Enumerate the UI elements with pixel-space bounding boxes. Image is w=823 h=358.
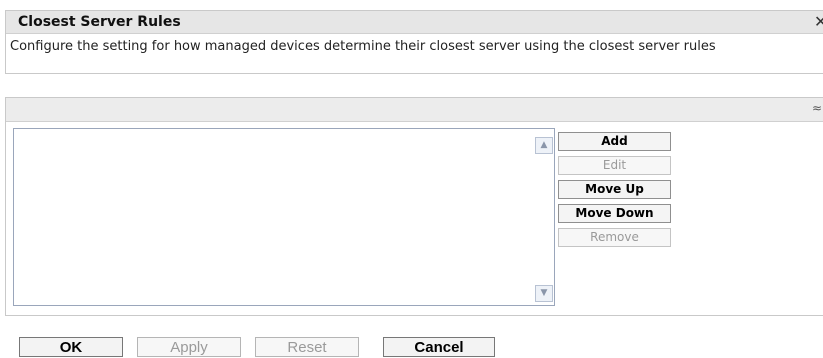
scroll-up-icon[interactable]: ▲: [535, 137, 553, 154]
panel-description: Configure the setting for how managed de…: [10, 39, 716, 54]
move-down-button[interactable]: Move Down: [558, 204, 671, 223]
rules-box-header: ≈: [6, 98, 823, 122]
scroll-down-icon[interactable]: ▼: [535, 285, 553, 302]
rules-listbox[interactable]: ▲ ▼: [13, 128, 555, 306]
reset-button[interactable]: Reset: [255, 337, 359, 357]
move-up-button[interactable]: Move Up: [558, 180, 671, 199]
rules-box: ≈ ▲ ▼ Add Edit Move Up Move Down Remove: [5, 97, 823, 316]
apply-button[interactable]: Apply: [137, 337, 241, 357]
closest-server-rules-panel: Closest Server Rules ✕ Configure the set…: [5, 10, 823, 74]
cancel-button[interactable]: Cancel: [383, 337, 495, 357]
panel-title: Closest Server Rules: [18, 14, 181, 30]
edit-button[interactable]: Edit: [558, 156, 671, 175]
panel-header: Closest Server Rules ✕: [6, 11, 823, 34]
collapse-icon[interactable]: ≈: [812, 101, 822, 115]
add-button[interactable]: Add: [558, 132, 671, 151]
remove-button[interactable]: Remove: [558, 228, 671, 247]
close-icon[interactable]: ✕: [814, 13, 823, 31]
ok-button[interactable]: OK: [19, 337, 123, 357]
